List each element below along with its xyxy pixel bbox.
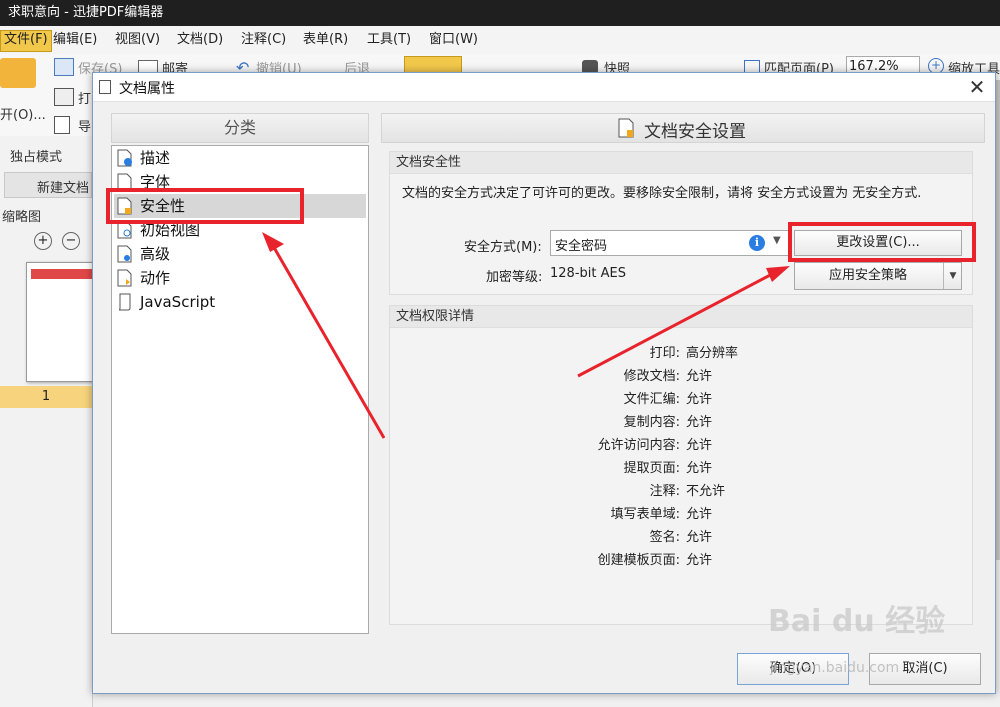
baidu-watermark: Bai du 经验 [768,604,946,639]
arrow-head-left [262,232,284,252]
arrow-head-right [766,266,790,282]
baidu-watermark-url: jingyan.baidu.com [770,660,900,676]
arrow-line-right [577,270,777,378]
arrow-line-left [270,243,386,439]
